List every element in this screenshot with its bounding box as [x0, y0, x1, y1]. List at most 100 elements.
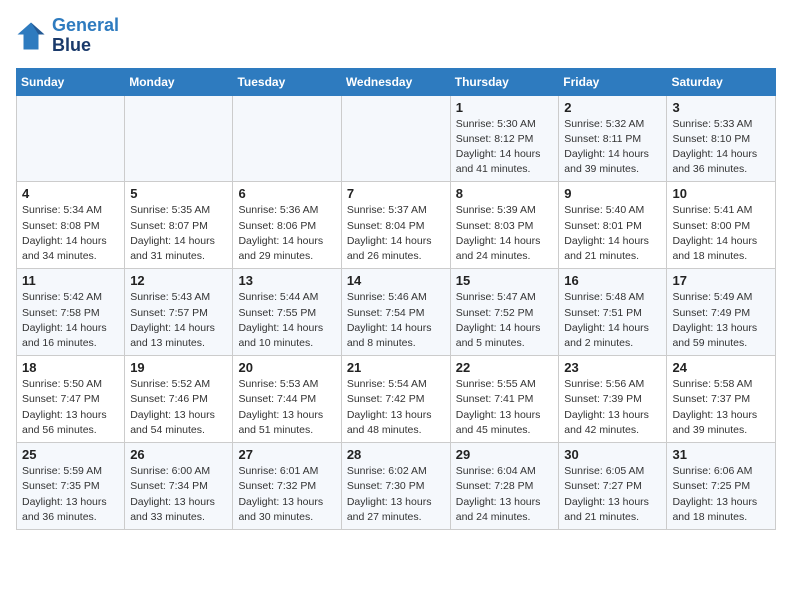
day-number: 14: [347, 273, 445, 288]
weekday-header: Tuesday: [233, 68, 341, 95]
day-number: 22: [456, 360, 554, 375]
calendar-cell: 14 Sunrise: 5:46 AM Sunset: 7:54 PM Dayli…: [341, 269, 450, 356]
calendar-week-row: 11Sunrise: 5:42 AM Sunset: 7:58 PM Dayli…: [17, 269, 776, 356]
logo-icon: [16, 21, 46, 51]
day-info: Sunrise: 5:54 AM Sunset: 7:42 PM Dayligh…: [347, 377, 445, 438]
day-info: Sunrise: 6:05 AM Sunset: 7:27 PM Dayligh…: [564, 464, 661, 525]
day-number: 8: [456, 186, 554, 201]
day-info: Sunrise: 5:33 AM Sunset: 8:10 PM Dayligh…: [672, 117, 770, 178]
calendar-cell: 20Sunrise: 5:53 AM Sunset: 7:44 PM Dayli…: [233, 356, 341, 443]
calendar-cell: 23 Sunrise: 5:56 AM Sunset: 7:39 PM Dayli…: [559, 356, 667, 443]
weekday-header: Wednesday: [341, 68, 450, 95]
day-info: Sunrise: 6:02 AM Sunset: 7:30 PM Dayligh…: [347, 464, 445, 525]
day-number: 6: [238, 186, 335, 201]
day-info: Sunrise: 5:42 AM Sunset: 7:58 PM Dayligh…: [22, 290, 119, 351]
calendar-cell: 31Sunrise: 6:06 AM Sunset: 7:25 PM Dayli…: [667, 443, 776, 530]
calendar-cell: 11Sunrise: 5:42 AM Sunset: 7:58 PM Dayli…: [17, 269, 125, 356]
calendar-cell: [17, 95, 125, 182]
day-number: 13: [238, 273, 335, 288]
calendar-cell: [341, 95, 450, 182]
calendar-cell: 19 Sunrise: 5:52 AM Sunset: 7:46 PM Dayli…: [125, 356, 233, 443]
day-info: Sunrise: 6:01 AM Sunset: 7:32 PM Dayligh…: [238, 464, 335, 525]
day-number: 23: [564, 360, 661, 375]
day-number: 9: [564, 186, 661, 201]
day-number: 18: [22, 360, 119, 375]
calendar-cell: 28 Sunrise: 6:02 AM Sunset: 7:30 PM Dayli…: [341, 443, 450, 530]
calendar-week-row: 4 Sunrise: 5:34 AM Sunset: 8:08 PM Daylig…: [17, 182, 776, 269]
day-number: 28: [347, 447, 445, 462]
day-info: Sunrise: 5:46 AM Sunset: 7:54 PM Dayligh…: [347, 290, 445, 351]
calendar-cell: 4 Sunrise: 5:34 AM Sunset: 8:08 PM Daylig…: [17, 182, 125, 269]
calendar-cell: 27 Sunrise: 6:01 AM Sunset: 7:32 PM Dayli…: [233, 443, 341, 530]
calendar-cell: 8 Sunrise: 5:39 AM Sunset: 8:03 PM Daylig…: [450, 182, 559, 269]
day-info: Sunrise: 5:39 AM Sunset: 8:03 PM Dayligh…: [456, 203, 554, 264]
weekday-header: Friday: [559, 68, 667, 95]
weekday-header: Monday: [125, 68, 233, 95]
calendar-cell: [125, 95, 233, 182]
page-header: General Blue: [16, 16, 776, 56]
day-info: Sunrise: 5:37 AM Sunset: 8:04 PM Dayligh…: [347, 203, 445, 264]
day-info: Sunrise: 5:53 AM Sunset: 7:44 PM Dayligh…: [238, 377, 335, 438]
day-info: Sunrise: 5:36 AM Sunset: 8:06 PM Dayligh…: [238, 203, 335, 264]
calendar-cell: 3 Sunrise: 5:33 AM Sunset: 8:10 PM Daylig…: [667, 95, 776, 182]
calendar-cell: [233, 95, 341, 182]
day-number: 31: [672, 447, 770, 462]
calendar-cell: 7 Sunrise: 5:37 AM Sunset: 8:04 PM Daylig…: [341, 182, 450, 269]
calendar-week-row: 25 Sunrise: 5:59 AM Sunset: 7:35 PM Dayli…: [17, 443, 776, 530]
calendar-cell: 15Sunrise: 5:47 AM Sunset: 7:52 PM Dayli…: [450, 269, 559, 356]
calendar-cell: 16 Sunrise: 5:48 AM Sunset: 7:51 PM Dayli…: [559, 269, 667, 356]
day-info: Sunrise: 5:30 AM Sunset: 8:12 PM Dayligh…: [456, 117, 554, 178]
calendar-cell: 22 Sunrise: 5:55 AM Sunset: 7:41 PM Dayli…: [450, 356, 559, 443]
logo: General Blue: [16, 16, 119, 56]
day-number: 30: [564, 447, 661, 462]
calendar-cell: 1 Sunrise: 5:30 AM Sunset: 8:12 PM Daylig…: [450, 95, 559, 182]
calendar-cell: 10 Sunrise: 5:41 AM Sunset: 8:00 PM Dayli…: [667, 182, 776, 269]
day-number: 17: [672, 273, 770, 288]
day-number: 19: [130, 360, 227, 375]
day-number: 4: [22, 186, 119, 201]
day-number: 29: [456, 447, 554, 462]
day-info: Sunrise: 5:48 AM Sunset: 7:51 PM Dayligh…: [564, 290, 661, 351]
day-info: Sunrise: 5:55 AM Sunset: 7:41 PM Dayligh…: [456, 377, 554, 438]
day-info: Sunrise: 5:52 AM Sunset: 7:46 PM Dayligh…: [130, 377, 227, 438]
weekday-header: Saturday: [667, 68, 776, 95]
day-number: 2: [564, 100, 661, 115]
day-info: Sunrise: 5:41 AM Sunset: 8:00 PM Dayligh…: [672, 203, 770, 264]
calendar-cell: 30 Sunrise: 6:05 AM Sunset: 7:27 PM Dayli…: [559, 443, 667, 530]
day-number: 12: [130, 273, 227, 288]
day-info: Sunrise: 5:47 AM Sunset: 7:52 PM Dayligh…: [456, 290, 554, 351]
day-number: 10: [672, 186, 770, 201]
day-info: Sunrise: 5:56 AM Sunset: 7:39 PM Dayligh…: [564, 377, 661, 438]
calendar-cell: 2 Sunrise: 5:32 AM Sunset: 8:11 PM Daylig…: [559, 95, 667, 182]
calendar-cell: 5Sunrise: 5:35 AM Sunset: 8:07 PM Daylig…: [125, 182, 233, 269]
day-number: 16: [564, 273, 661, 288]
day-info: Sunrise: 5:50 AM Sunset: 7:47 PM Dayligh…: [22, 377, 119, 438]
day-info: Sunrise: 5:40 AM Sunset: 8:01 PM Dayligh…: [564, 203, 661, 264]
day-number: 25: [22, 447, 119, 462]
calendar-cell: 13Sunrise: 5:44 AM Sunset: 7:55 PM Dayli…: [233, 269, 341, 356]
day-info: Sunrise: 6:04 AM Sunset: 7:28 PM Dayligh…: [456, 464, 554, 525]
day-number: 5: [130, 186, 227, 201]
day-info: Sunrise: 5:59 AM Sunset: 7:35 PM Dayligh…: [22, 464, 119, 525]
calendar-cell: 12 Sunrise: 5:43 AM Sunset: 7:57 PM Dayli…: [125, 269, 233, 356]
day-number: 21: [347, 360, 445, 375]
day-info: Sunrise: 6:00 AM Sunset: 7:34 PM Dayligh…: [130, 464, 227, 525]
day-number: 26: [130, 447, 227, 462]
calendar-cell: 18 Sunrise: 5:50 AM Sunset: 7:47 PM Dayli…: [17, 356, 125, 443]
calendar-cell: 21 Sunrise: 5:54 AM Sunset: 7:42 PM Dayli…: [341, 356, 450, 443]
day-number: 3: [672, 100, 770, 115]
calendar-cell: 9 Sunrise: 5:40 AM Sunset: 8:01 PM Daylig…: [559, 182, 667, 269]
day-info: Sunrise: 5:43 AM Sunset: 7:57 PM Dayligh…: [130, 290, 227, 351]
calendar-cell: 24Sunrise: 5:58 AM Sunset: 7:37 PM Dayli…: [667, 356, 776, 443]
calendar-table: SundayMondayTuesdayWednesdayThursdayFrid…: [16, 68, 776, 530]
calendar-cell: 17Sunrise: 5:49 AM Sunset: 7:49 PM Dayli…: [667, 269, 776, 356]
day-info: Sunrise: 5:34 AM Sunset: 8:08 PM Dayligh…: [22, 203, 119, 264]
day-number: 7: [347, 186, 445, 201]
calendar-week-row: 18 Sunrise: 5:50 AM Sunset: 7:47 PM Dayli…: [17, 356, 776, 443]
day-number: 1: [456, 100, 554, 115]
day-info: Sunrise: 5:32 AM Sunset: 8:11 PM Dayligh…: [564, 117, 661, 178]
day-number: 27: [238, 447, 335, 462]
calendar-cell: 29 Sunrise: 6:04 AM Sunset: 7:28 PM Dayli…: [450, 443, 559, 530]
day-number: 24: [672, 360, 770, 375]
weekday-header: Thursday: [450, 68, 559, 95]
